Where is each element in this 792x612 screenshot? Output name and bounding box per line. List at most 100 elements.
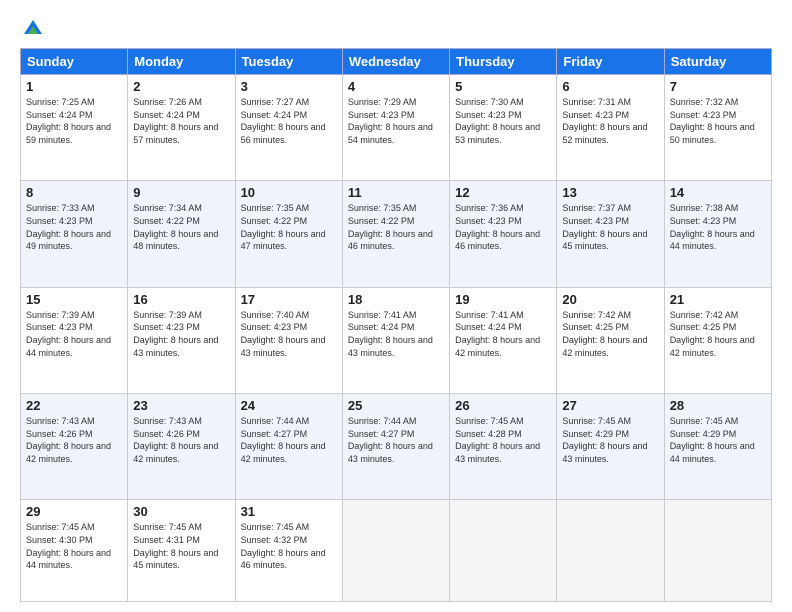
- day-number: 30: [133, 504, 229, 519]
- day-number: 2: [133, 79, 229, 94]
- calendar-cell: 10Sunrise: 7:35 AM Sunset: 4:22 PM Dayli…: [235, 181, 342, 287]
- day-header-sunday: Sunday: [21, 49, 128, 75]
- calendar-cell: 3 Sunrise: 7:27 AM Sunset: 4:24 PM Daylig…: [235, 75, 342, 181]
- day-number: 29: [26, 504, 122, 519]
- calendar-week-row: 8Sunrise: 7:33 AM Sunset: 4:23 PM Daylig…: [21, 181, 772, 287]
- day-number: 24: [241, 398, 337, 413]
- day-header-monday: Monday: [128, 49, 235, 75]
- calendar-cell: 17 Sunrise: 7:40 AM Sunset: 4:23 PM Dayli…: [235, 287, 342, 393]
- calendar-cell: 8Sunrise: 7:33 AM Sunset: 4:23 PM Daylig…: [21, 181, 128, 287]
- day-number: 18: [348, 292, 444, 307]
- day-number: 22: [26, 398, 122, 413]
- day-number: 20: [562, 292, 658, 307]
- calendar-table: SundayMondayTuesdayWednesdayThursdayFrid…: [20, 48, 772, 602]
- logo: [20, 16, 44, 38]
- day-number: 17: [241, 292, 337, 307]
- day-number: 7: [670, 79, 766, 94]
- calendar-cell: 28 Sunrise: 7:45 AM Sunset: 4:29 PM Dayli…: [664, 394, 771, 500]
- cell-details: Sunrise: 7:38 AM Sunset: 4:23 PM Dayligh…: [670, 202, 766, 252]
- cell-details: Sunrise: 7:29 AM Sunset: 4:23 PM Dayligh…: [348, 96, 444, 146]
- cell-details: Sunrise: 7:25 AM Sunset: 4:24 PM Dayligh…: [26, 96, 122, 146]
- logo-text: [20, 16, 44, 38]
- day-number: 3: [241, 79, 337, 94]
- calendar-cell: [557, 500, 664, 602]
- day-number: 23: [133, 398, 229, 413]
- calendar-week-row: 1Sunrise: 7:25 AM Sunset: 4:24 PM Daylig…: [21, 75, 772, 181]
- calendar-cell: 18 Sunrise: 7:41 AM Sunset: 4:24 PM Dayli…: [342, 287, 449, 393]
- calendar-cell: 14 Sunrise: 7:38 AM Sunset: 4:23 PM Dayli…: [664, 181, 771, 287]
- calendar-week-row: 15 Sunrise: 7:39 AM Sunset: 4:23 PM Dayli…: [21, 287, 772, 393]
- calendar-cell: 22 Sunrise: 7:43 AM Sunset: 4:26 PM Dayli…: [21, 394, 128, 500]
- cell-details: Sunrise: 7:43 AM Sunset: 4:26 PM Dayligh…: [133, 415, 229, 465]
- calendar-cell: 26Sunrise: 7:45 AM Sunset: 4:28 PM Dayli…: [450, 394, 557, 500]
- day-header-saturday: Saturday: [664, 49, 771, 75]
- calendar-cell: [342, 500, 449, 602]
- day-number: 26: [455, 398, 551, 413]
- calendar-cell: 2 Sunrise: 7:26 AM Sunset: 4:24 PM Daylig…: [128, 75, 235, 181]
- cell-details: Sunrise: 7:35 AM Sunset: 4:22 PM Dayligh…: [348, 202, 444, 252]
- calendar-cell: 1Sunrise: 7:25 AM Sunset: 4:24 PM Daylig…: [21, 75, 128, 181]
- day-number: 28: [670, 398, 766, 413]
- calendar-cell: 11Sunrise: 7:35 AM Sunset: 4:22 PM Dayli…: [342, 181, 449, 287]
- cell-details: Sunrise: 7:40 AM Sunset: 4:23 PM Dayligh…: [241, 309, 337, 359]
- page: SundayMondayTuesdayWednesdayThursdayFrid…: [0, 0, 792, 612]
- cell-details: Sunrise: 7:41 AM Sunset: 4:24 PM Dayligh…: [348, 309, 444, 359]
- cell-details: Sunrise: 7:32 AM Sunset: 4:23 PM Dayligh…: [670, 96, 766, 146]
- day-header-tuesday: Tuesday: [235, 49, 342, 75]
- calendar-cell: 23 Sunrise: 7:43 AM Sunset: 4:26 PM Dayli…: [128, 394, 235, 500]
- calendar-cell: 27 Sunrise: 7:45 AM Sunset: 4:29 PM Dayli…: [557, 394, 664, 500]
- day-number: 12: [455, 185, 551, 200]
- cell-details: Sunrise: 7:31 AM Sunset: 4:23 PM Dayligh…: [562, 96, 658, 146]
- day-number: 19: [455, 292, 551, 307]
- header: [20, 16, 772, 38]
- day-number: 14: [670, 185, 766, 200]
- calendar-cell: 12 Sunrise: 7:36 AM Sunset: 4:23 PM Dayli…: [450, 181, 557, 287]
- calendar-cell: 21Sunrise: 7:42 AM Sunset: 4:25 PM Dayli…: [664, 287, 771, 393]
- calendar-cell: 5Sunrise: 7:30 AM Sunset: 4:23 PM Daylig…: [450, 75, 557, 181]
- cell-details: Sunrise: 7:26 AM Sunset: 4:24 PM Dayligh…: [133, 96, 229, 146]
- calendar-cell: [664, 500, 771, 602]
- calendar-cell: 29 Sunrise: 7:45 AM Sunset: 4:30 PM Dayli…: [21, 500, 128, 602]
- calendar-week-row: 29 Sunrise: 7:45 AM Sunset: 4:30 PM Dayli…: [21, 500, 772, 602]
- day-number: 25: [348, 398, 444, 413]
- cell-details: Sunrise: 7:34 AM Sunset: 4:22 PM Dayligh…: [133, 202, 229, 252]
- cell-details: Sunrise: 7:43 AM Sunset: 4:26 PM Dayligh…: [26, 415, 122, 465]
- cell-details: Sunrise: 7:39 AM Sunset: 4:23 PM Dayligh…: [26, 309, 122, 359]
- cell-details: Sunrise: 7:45 AM Sunset: 4:31 PM Dayligh…: [133, 521, 229, 571]
- cell-details: Sunrise: 7:33 AM Sunset: 4:23 PM Dayligh…: [26, 202, 122, 252]
- day-number: 9: [133, 185, 229, 200]
- cell-details: Sunrise: 7:44 AM Sunset: 4:27 PM Dayligh…: [348, 415, 444, 465]
- day-header-friday: Friday: [557, 49, 664, 75]
- day-number: 4: [348, 79, 444, 94]
- day-number: 5: [455, 79, 551, 94]
- calendar-cell: [450, 500, 557, 602]
- calendar-cell: 16Sunrise: 7:39 AM Sunset: 4:23 PM Dayli…: [128, 287, 235, 393]
- cell-details: Sunrise: 7:42 AM Sunset: 4:25 PM Dayligh…: [562, 309, 658, 359]
- calendar-cell: 30 Sunrise: 7:45 AM Sunset: 4:31 PM Dayli…: [128, 500, 235, 602]
- calendar-cell: 19Sunrise: 7:41 AM Sunset: 4:24 PM Dayli…: [450, 287, 557, 393]
- cell-details: Sunrise: 7:37 AM Sunset: 4:23 PM Dayligh…: [562, 202, 658, 252]
- day-header-thursday: Thursday: [450, 49, 557, 75]
- calendar-cell: 9 Sunrise: 7:34 AM Sunset: 4:22 PM Daylig…: [128, 181, 235, 287]
- calendar-cell: 4 Sunrise: 7:29 AM Sunset: 4:23 PM Daylig…: [342, 75, 449, 181]
- day-number: 16: [133, 292, 229, 307]
- day-number: 15: [26, 292, 122, 307]
- calendar-cell: 25 Sunrise: 7:44 AM Sunset: 4:27 PM Dayli…: [342, 394, 449, 500]
- calendar-cell: 13Sunrise: 7:37 AM Sunset: 4:23 PM Dayli…: [557, 181, 664, 287]
- cell-details: Sunrise: 7:27 AM Sunset: 4:24 PM Dayligh…: [241, 96, 337, 146]
- calendar-cell: 24 Sunrise: 7:44 AM Sunset: 4:27 PM Dayli…: [235, 394, 342, 500]
- calendar-cell: 20 Sunrise: 7:42 AM Sunset: 4:25 PM Dayli…: [557, 287, 664, 393]
- cell-details: Sunrise: 7:45 AM Sunset: 4:29 PM Dayligh…: [670, 415, 766, 465]
- calendar-cell: 6Sunrise: 7:31 AM Sunset: 4:23 PM Daylig…: [557, 75, 664, 181]
- cell-details: Sunrise: 7:44 AM Sunset: 4:27 PM Dayligh…: [241, 415, 337, 465]
- cell-details: Sunrise: 7:45 AM Sunset: 4:30 PM Dayligh…: [26, 521, 122, 571]
- day-header-wednesday: Wednesday: [342, 49, 449, 75]
- day-number: 27: [562, 398, 658, 413]
- cell-details: Sunrise: 7:45 AM Sunset: 4:29 PM Dayligh…: [562, 415, 658, 465]
- cell-details: Sunrise: 7:36 AM Sunset: 4:23 PM Dayligh…: [455, 202, 551, 252]
- calendar-cell: 15 Sunrise: 7:39 AM Sunset: 4:23 PM Dayli…: [21, 287, 128, 393]
- cell-details: Sunrise: 7:35 AM Sunset: 4:22 PM Dayligh…: [241, 202, 337, 252]
- cell-details: Sunrise: 7:42 AM Sunset: 4:25 PM Dayligh…: [670, 309, 766, 359]
- calendar-header-row: SundayMondayTuesdayWednesdayThursdayFrid…: [21, 49, 772, 75]
- calendar-cell: 7 Sunrise: 7:32 AM Sunset: 4:23 PM Daylig…: [664, 75, 771, 181]
